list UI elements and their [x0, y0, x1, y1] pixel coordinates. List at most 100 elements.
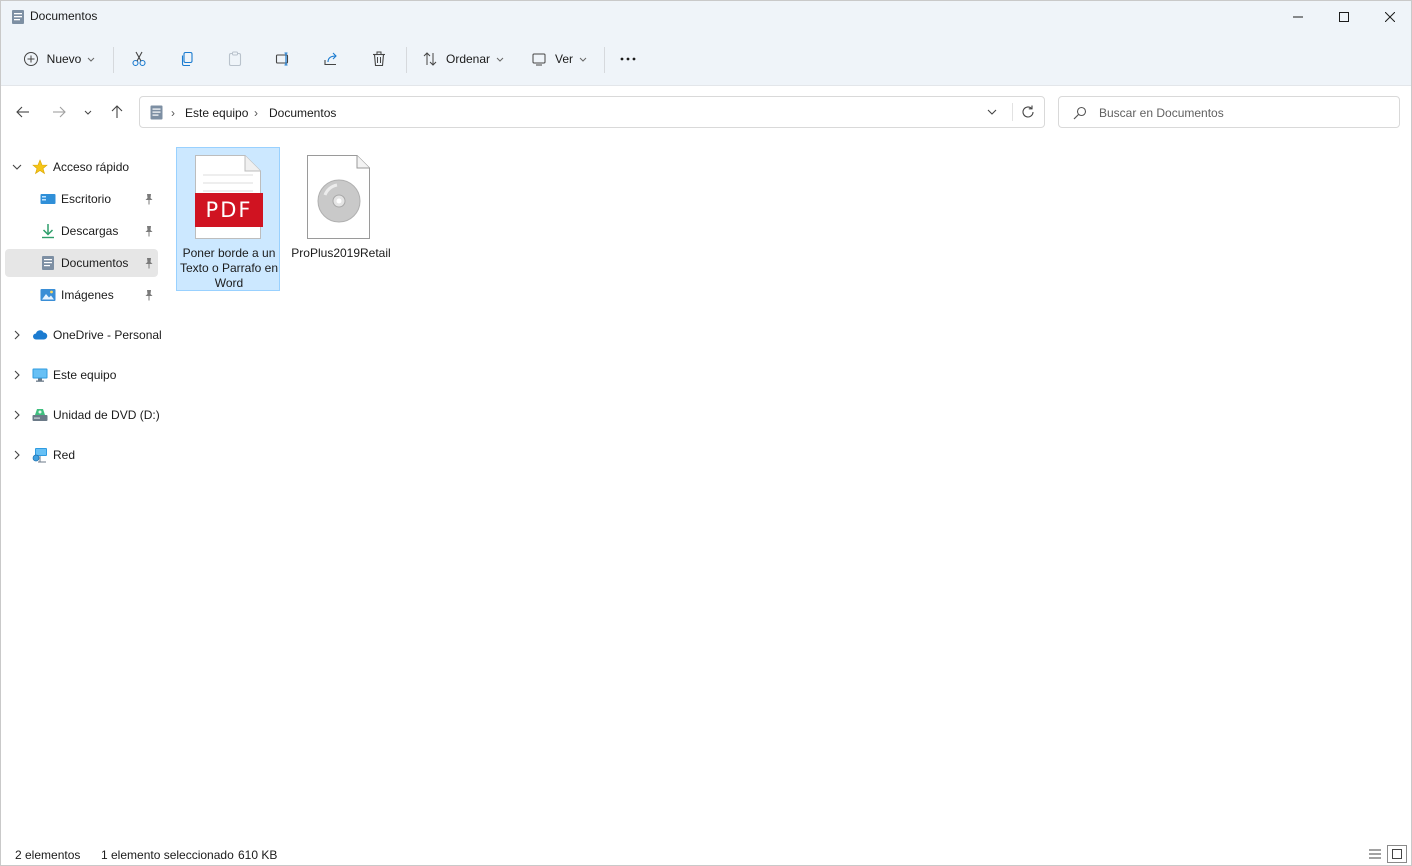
sidebar-item-descargas[interactable]: Descargas: [5, 217, 158, 245]
sidebar-item-label: Acceso rápido: [53, 160, 130, 174]
disc-image-icon: [307, 155, 370, 239]
copy-button[interactable]: [173, 43, 201, 75]
sidebar-item-dvd-drive[interactable]: Unidad de DVD (D:): [5, 401, 160, 429]
breadcrumb-documentos[interactable]: Documentos: [269, 106, 336, 120]
view-button[interactable]: Ver: [525, 43, 593, 75]
pdf-icon: PDF: [195, 193, 263, 227]
sort-button[interactable]: Ordenar: [415, 43, 511, 75]
close-button[interactable]: [1367, 1, 1411, 33]
chevron-down-icon[interactable]: [11, 161, 23, 175]
arrow-left-icon: [16, 106, 29, 118]
file-name: ProPlus2019Retail: [291, 246, 391, 260]
share-button[interactable]: [317, 43, 345, 75]
maximize-icon: [1339, 12, 1349, 22]
sidebar-item-label: Documentos: [61, 256, 129, 270]
chevron-right-icon[interactable]: [11, 409, 23, 423]
pin-icon: [144, 225, 154, 240]
sidebar-item-red[interactable]: Red: [5, 441, 158, 469]
file-tile[interactable]: PDF Poner borde a un Texto o Parrafo en …: [176, 147, 280, 291]
maximize-button[interactable]: [1321, 1, 1367, 33]
sidebar-item-label: Unidad de DVD (D:): [53, 408, 160, 422]
sidebar-item-label: Red: [53, 448, 76, 462]
sidebar-item-label: Imágenes: [61, 288, 114, 302]
details-view-icon: [1369, 849, 1381, 859]
item-count: 2 elementos: [15, 848, 81, 862]
sidebar-item-documentos[interactable]: Documentos: [5, 249, 158, 277]
add-icon: [23, 52, 38, 66]
chevron-down-icon: [87, 57, 95, 62]
computer-icon: [32, 367, 48, 383]
copy-icon: [181, 51, 193, 67]
paste-button[interactable]: [221, 43, 249, 75]
sidebar-item-escritorio[interactable]: Escritorio: [5, 185, 158, 213]
network-icon: [32, 447, 48, 463]
file-explorer-window: Documentos Nuevo Ordenar Ver › Este equi…: [0, 0, 1412, 866]
breadcrumb-este-equipo[interactable]: Este equipo: [185, 106, 248, 120]
chevron-right-icon[interactable]: [11, 329, 23, 343]
address-bar[interactable]: › Este equipo › Documentos: [139, 96, 1045, 128]
close-icon: [1385, 12, 1395, 22]
chevron-right-icon[interactable]: [11, 449, 23, 463]
documents-folder-icon: [150, 105, 163, 123]
sidebar-item-imagenes[interactable]: Imágenes: [5, 281, 158, 309]
title-bar[interactable]: Documentos: [1, 1, 1411, 33]
clipboard-icon: [228, 51, 242, 67]
delete-button[interactable]: [365, 43, 393, 75]
recent-locations-button[interactable]: [75, 97, 101, 127]
details-view-button[interactable]: [1365, 845, 1385, 863]
sidebar-item-label: Escritorio: [61, 192, 112, 206]
sidebar-item-este-equipo[interactable]: Este equipo: [5, 361, 158, 389]
refresh-icon: [1022, 105, 1034, 118]
search-box[interactable]: Buscar en Documentos: [1058, 96, 1400, 128]
star-icon: [32, 159, 48, 175]
documents-icon: [40, 255, 56, 271]
sidebar-item-acceso-rapido[interactable]: Acceso rápido: [5, 153, 158, 181]
new-label: Nuevo: [46, 52, 82, 66]
share-icon: [324, 52, 337, 66]
documents-folder-icon: [11, 9, 25, 25]
pictures-icon: [40, 287, 56, 303]
minimize-icon: [1293, 16, 1303, 18]
file-tile[interactable]: ProPlus2019Retail: [288, 147, 392, 291]
sort-label: Ordenar: [445, 52, 491, 66]
chevron-down-icon: [496, 57, 504, 62]
toolbar-divider: [604, 47, 605, 73]
refresh-button[interactable]: [1020, 104, 1036, 123]
address-history-dropdown[interactable]: [986, 105, 998, 122]
sidebar-item-label: OneDrive - Personal: [53, 328, 162, 342]
back-button[interactable]: [9, 97, 37, 127]
view-icon: [532, 53, 546, 66]
toolbar-divider: [113, 47, 114, 73]
large-icons-view-button[interactable]: [1387, 845, 1407, 863]
chevron-right-icon[interactable]: [11, 369, 23, 383]
window-title: Documentos: [30, 9, 98, 23]
cloud-icon: [32, 327, 48, 343]
large-icons-view-icon: [1392, 849, 1402, 859]
file-list-view[interactable]: PDF Poner borde a un Texto o Parrafo en …: [163, 141, 1409, 831]
file-name: Poner borde a un Texto o Parrafo en Word: [179, 246, 279, 290]
sidebar-item-label: Este equipo: [53, 368, 117, 382]
minimize-button[interactable]: [1275, 1, 1321, 33]
dvd-drive-icon: [32, 407, 48, 423]
command-bar: Nuevo Ordenar Ver: [1, 41, 1411, 77]
forward-button[interactable]: [45, 97, 73, 127]
download-icon: [40, 223, 56, 239]
sidebar-item-label: Descargas: [61, 224, 119, 238]
rename-icon: [275, 52, 289, 66]
new-button[interactable]: Nuevo: [15, 43, 103, 75]
selection-info: 1 elemento seleccionado: [101, 848, 234, 862]
pin-icon: [144, 193, 154, 208]
status-bar: 2 elementos 1 elemento seleccionado 610 …: [1, 843, 1411, 865]
cut-button[interactable]: [125, 43, 153, 75]
rename-button[interactable]: [269, 43, 297, 75]
breadcrumb-separator: ›: [254, 106, 258, 120]
chevron-down-icon: [579, 57, 587, 62]
address-divider: [1012, 103, 1013, 121]
up-button[interactable]: [103, 97, 131, 127]
more-icon: [620, 57, 636, 61]
command-area: Documentos Nuevo Ordenar Ver: [1, 1, 1411, 86]
more-options-button[interactable]: [613, 43, 643, 75]
toolbar-divider: [406, 47, 407, 73]
sidebar-item-onedrive[interactable]: OneDrive - Personal: [5, 321, 162, 349]
selection-size: 610 KB: [238, 848, 278, 862]
